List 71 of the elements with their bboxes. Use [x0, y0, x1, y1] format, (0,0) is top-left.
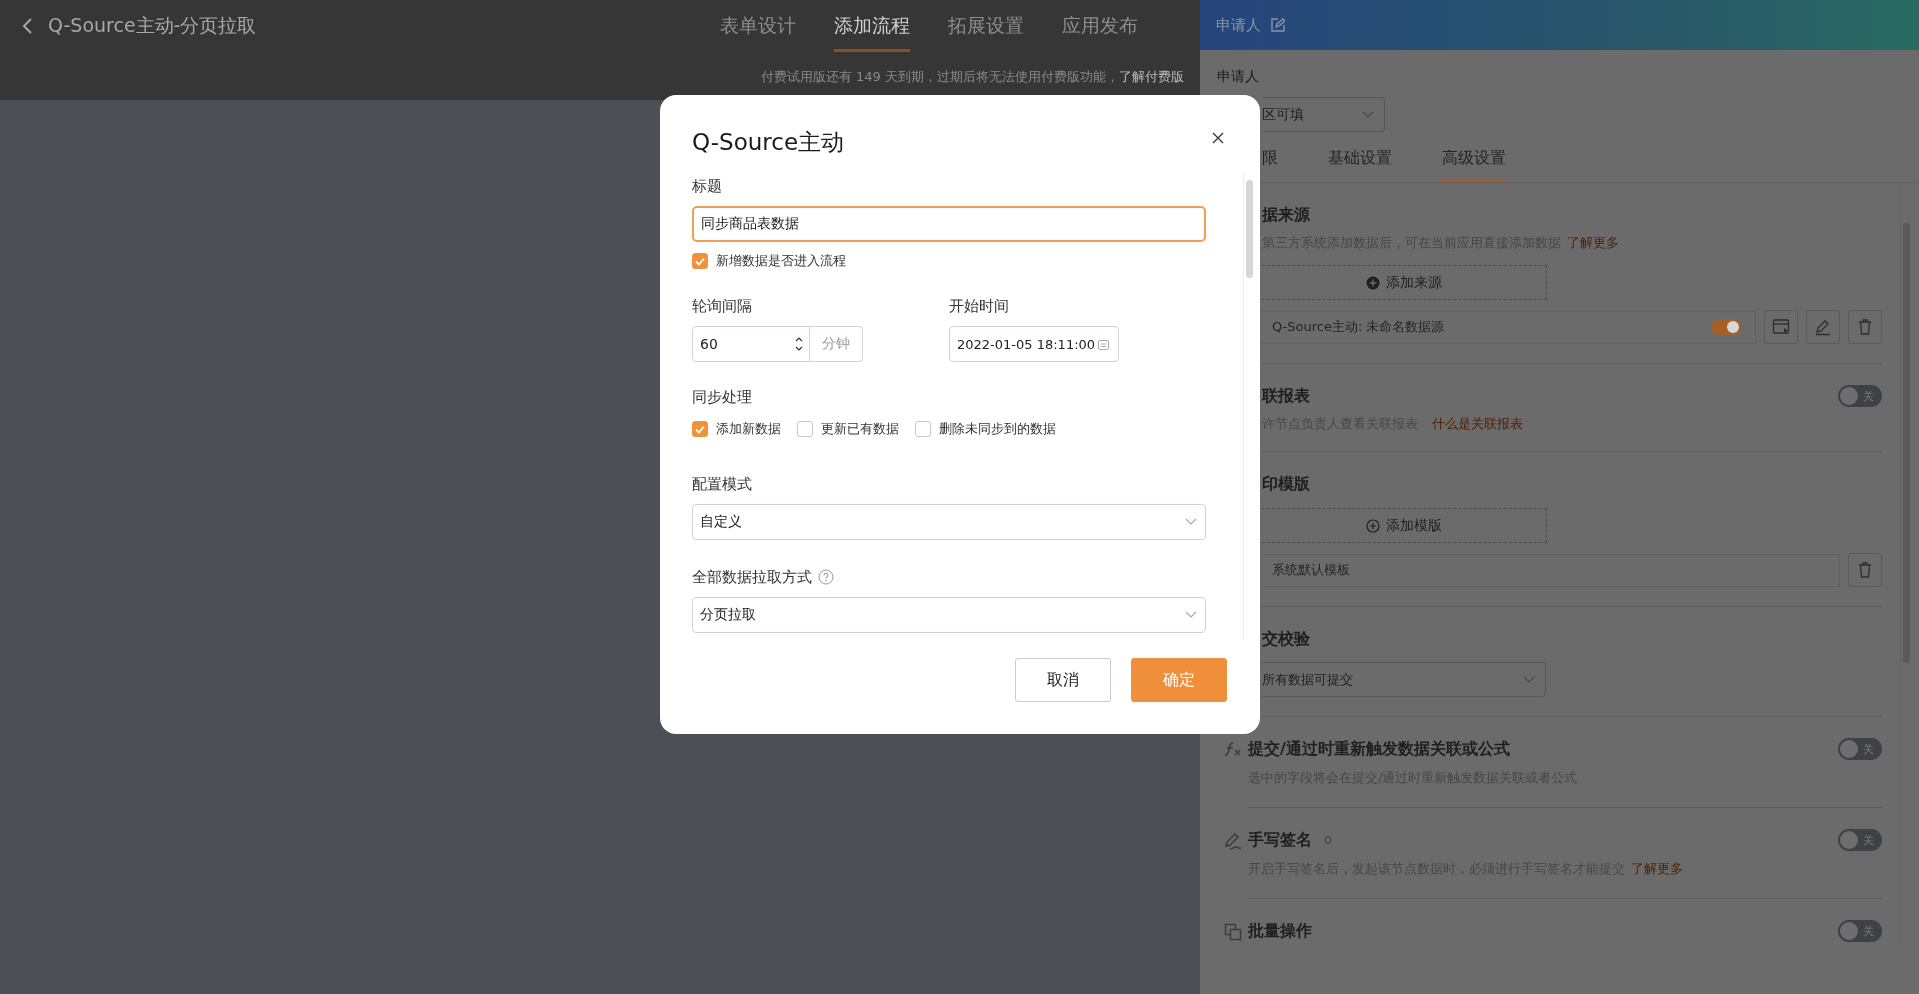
checkbox[interactable]	[692, 253, 708, 269]
field-label: 同步处理	[692, 387, 753, 408]
section-title: 提交/通过时重新触发数据关联或公式	[1248, 738, 1510, 760]
cancel-button[interactable]: 取消	[1015, 658, 1111, 702]
settings-tab[interactable]: 限	[1262, 148, 1278, 182]
calendar-icon	[1097, 337, 1110, 351]
confirm-button[interactable]: 确定	[1131, 658, 1227, 702]
add-button[interactable]: 添加来源	[1262, 265, 1547, 300]
chevron-down-icon	[1523, 675, 1535, 684]
chevron-down-icon	[1185, 518, 1197, 526]
field-label: 全部数据拉取方式	[692, 567, 812, 588]
select-field[interactable]: 分页拉取	[692, 597, 1206, 633]
plus-circle-icon	[1366, 518, 1380, 533]
add-button[interactable]: 添加模版	[1262, 508, 1547, 543]
date-time-field[interactable]: 2022-01-05 18:11:00	[949, 326, 1119, 362]
section-title: 联报表	[1262, 385, 1310, 407]
pencil-icon	[1814, 318, 1832, 336]
section-title: 据来源	[1262, 204, 1310, 226]
list-item[interactable]: Q-Source主动: 未命名数据源	[1262, 310, 1756, 344]
help-link[interactable]: 了解更多	[1631, 861, 1683, 876]
number-input[interactable]: 60	[692, 326, 810, 362]
title-input[interactable]: 同步商品表数据	[692, 206, 1206, 242]
trash-icon	[1856, 561, 1874, 579]
checkbox-label: 添加新数据	[716, 420, 781, 438]
chevron-down-icon	[1185, 611, 1197, 619]
settings-tab[interactable]: 高级设置	[1442, 148, 1506, 182]
help-link[interactable]: 什么是关联报表	[1432, 416, 1523, 431]
nav-tab[interactable]: 表单设计	[720, 0, 796, 52]
close-button[interactable]	[1210, 130, 1226, 146]
list-item[interactable]: 系统默认模板	[1262, 553, 1840, 587]
dialog-title: Q-Source主动	[692, 129, 845, 155]
section-title: 印模版	[1262, 473, 1310, 495]
toggle-switch[interactable]	[1711, 319, 1741, 335]
chevron-down-icon	[1362, 110, 1374, 119]
field-label: 标题	[692, 176, 723, 197]
checkbox[interactable]	[915, 421, 931, 437]
unit-label: 分钟	[810, 326, 863, 362]
field-label: 开始时间	[949, 296, 1010, 317]
section-title: 交校验	[1262, 628, 1310, 650]
stepper-icon[interactable]	[793, 336, 805, 352]
field-label: 配置模式	[692, 474, 752, 495]
permission-select[interactable]: 区可填	[1262, 97, 1385, 132]
trash-icon	[1856, 318, 1874, 336]
form-icon	[1772, 318, 1790, 336]
section-title: 批量操作	[1248, 920, 1312, 942]
select-field[interactable]: 自定义	[692, 504, 1206, 540]
nav-tab[interactable]: 拓展设置	[948, 0, 1024, 52]
select-field[interactable]: 所有数据可提交	[1262, 662, 1546, 697]
nav-tab[interactable]: 添加流程	[834, 0, 910, 52]
checkbox-label: 删除未同步到的数据	[939, 420, 1056, 438]
plus-circle-icon	[1366, 275, 1380, 290]
checkbox[interactable]	[797, 421, 813, 437]
checkbox-label: 新增数据是否进入流程	[716, 252, 846, 270]
section-title: 手写签名	[1248, 829, 1312, 851]
trial-notice: 付费试用版还有 149 天到期，过期后将无法使用付费版功能，了解付费版	[760, 68, 1184, 86]
checkbox-label: 更新已有数据	[821, 420, 899, 438]
panel-title: 申请人	[1216, 15, 1261, 35]
field-label: 申请人	[1217, 67, 1259, 86]
help-icon	[818, 569, 834, 585]
field-label: 轮询间隔	[692, 296, 753, 317]
settings-tab[interactable]: 基础设置	[1328, 148, 1392, 182]
edit-icon[interactable]	[1271, 18, 1285, 32]
nav-tab[interactable]: 应用发布	[1062, 0, 1138, 52]
form-button[interactable]	[1764, 310, 1798, 344]
trash-button[interactable]	[1848, 310, 1882, 344]
upgrade-link[interactable]: 了解付费版	[1119, 69, 1184, 84]
help-link[interactable]: 了解更多	[1567, 235, 1619, 250]
checkbox[interactable]	[692, 421, 708, 437]
page-title: Q-Source主动-分页拉取	[48, 13, 257, 38]
pencil-button[interactable]	[1806, 310, 1840, 344]
trash-button[interactable]	[1848, 553, 1882, 587]
